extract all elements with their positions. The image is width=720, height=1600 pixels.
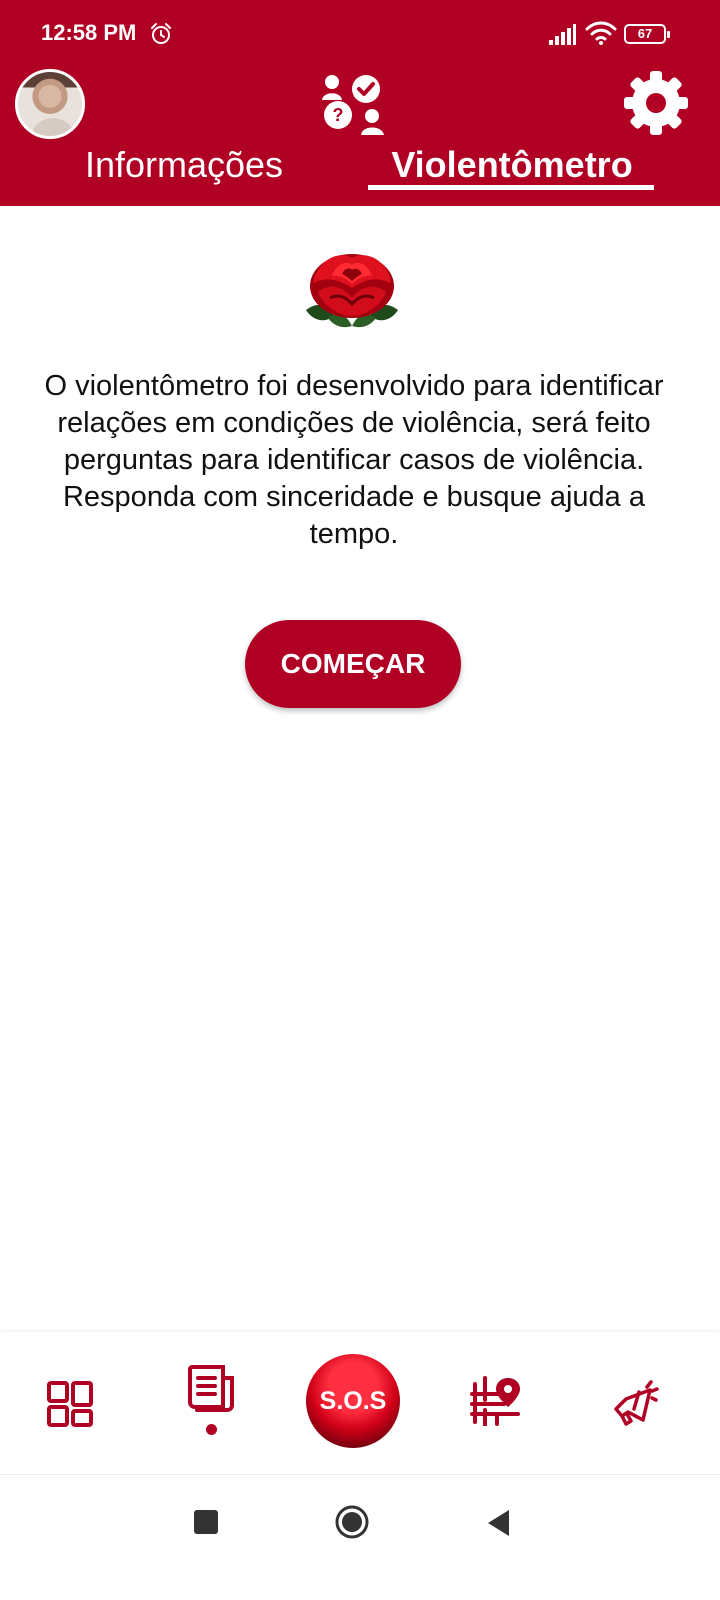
recent-apps-button[interactable] <box>194 1510 218 1534</box>
app-header: 12:58 PM 67 ? Informações Violentômetro <box>0 0 720 206</box>
signal-icon <box>549 24 576 45</box>
back-button[interactable] <box>485 1508 511 1538</box>
wifi-icon <box>585 21 617 45</box>
battery-icon: 67 <box>624 24 670 44</box>
newspaper-icon[interactable] <box>187 1364 235 1414</box>
tab-violentometro[interactable]: Violentômetro <box>370 142 654 188</box>
people-question-check-icon[interactable]: ? <box>320 71 386 137</box>
avatar[interactable] <box>15 69 85 139</box>
status-bar: 12:58 PM 67 <box>0 0 720 66</box>
map-location-icon[interactable] <box>470 1376 520 1426</box>
active-nav-indicator <box>206 1424 217 1435</box>
active-tab-indicator <box>368 185 654 190</box>
svg-text:?: ? <box>333 105 344 125</box>
system-navigation-bar <box>0 1474 720 1600</box>
home-button[interactable] <box>335 1505 369 1539</box>
start-button[interactable]: COMEÇAR <box>245 620 461 708</box>
tab-informacoes[interactable]: Informações <box>44 142 324 188</box>
status-time: 12:58 PM <box>41 20 137 45</box>
gear-icon[interactable] <box>623 70 689 136</box>
avatar-body <box>30 118 76 136</box>
dashboard-icon[interactable] <box>46 1380 94 1428</box>
rose-icon <box>306 254 398 328</box>
bottom-navigation: S.O.S <box>0 1332 720 1474</box>
sos-button[interactable]: S.O.S <box>306 1354 400 1448</box>
megaphone-icon[interactable] <box>612 1378 660 1426</box>
alarm-icon <box>151 23 171 44</box>
violentometro-description: O violentômetro foi desenvolvido para id… <box>44 370 664 550</box>
